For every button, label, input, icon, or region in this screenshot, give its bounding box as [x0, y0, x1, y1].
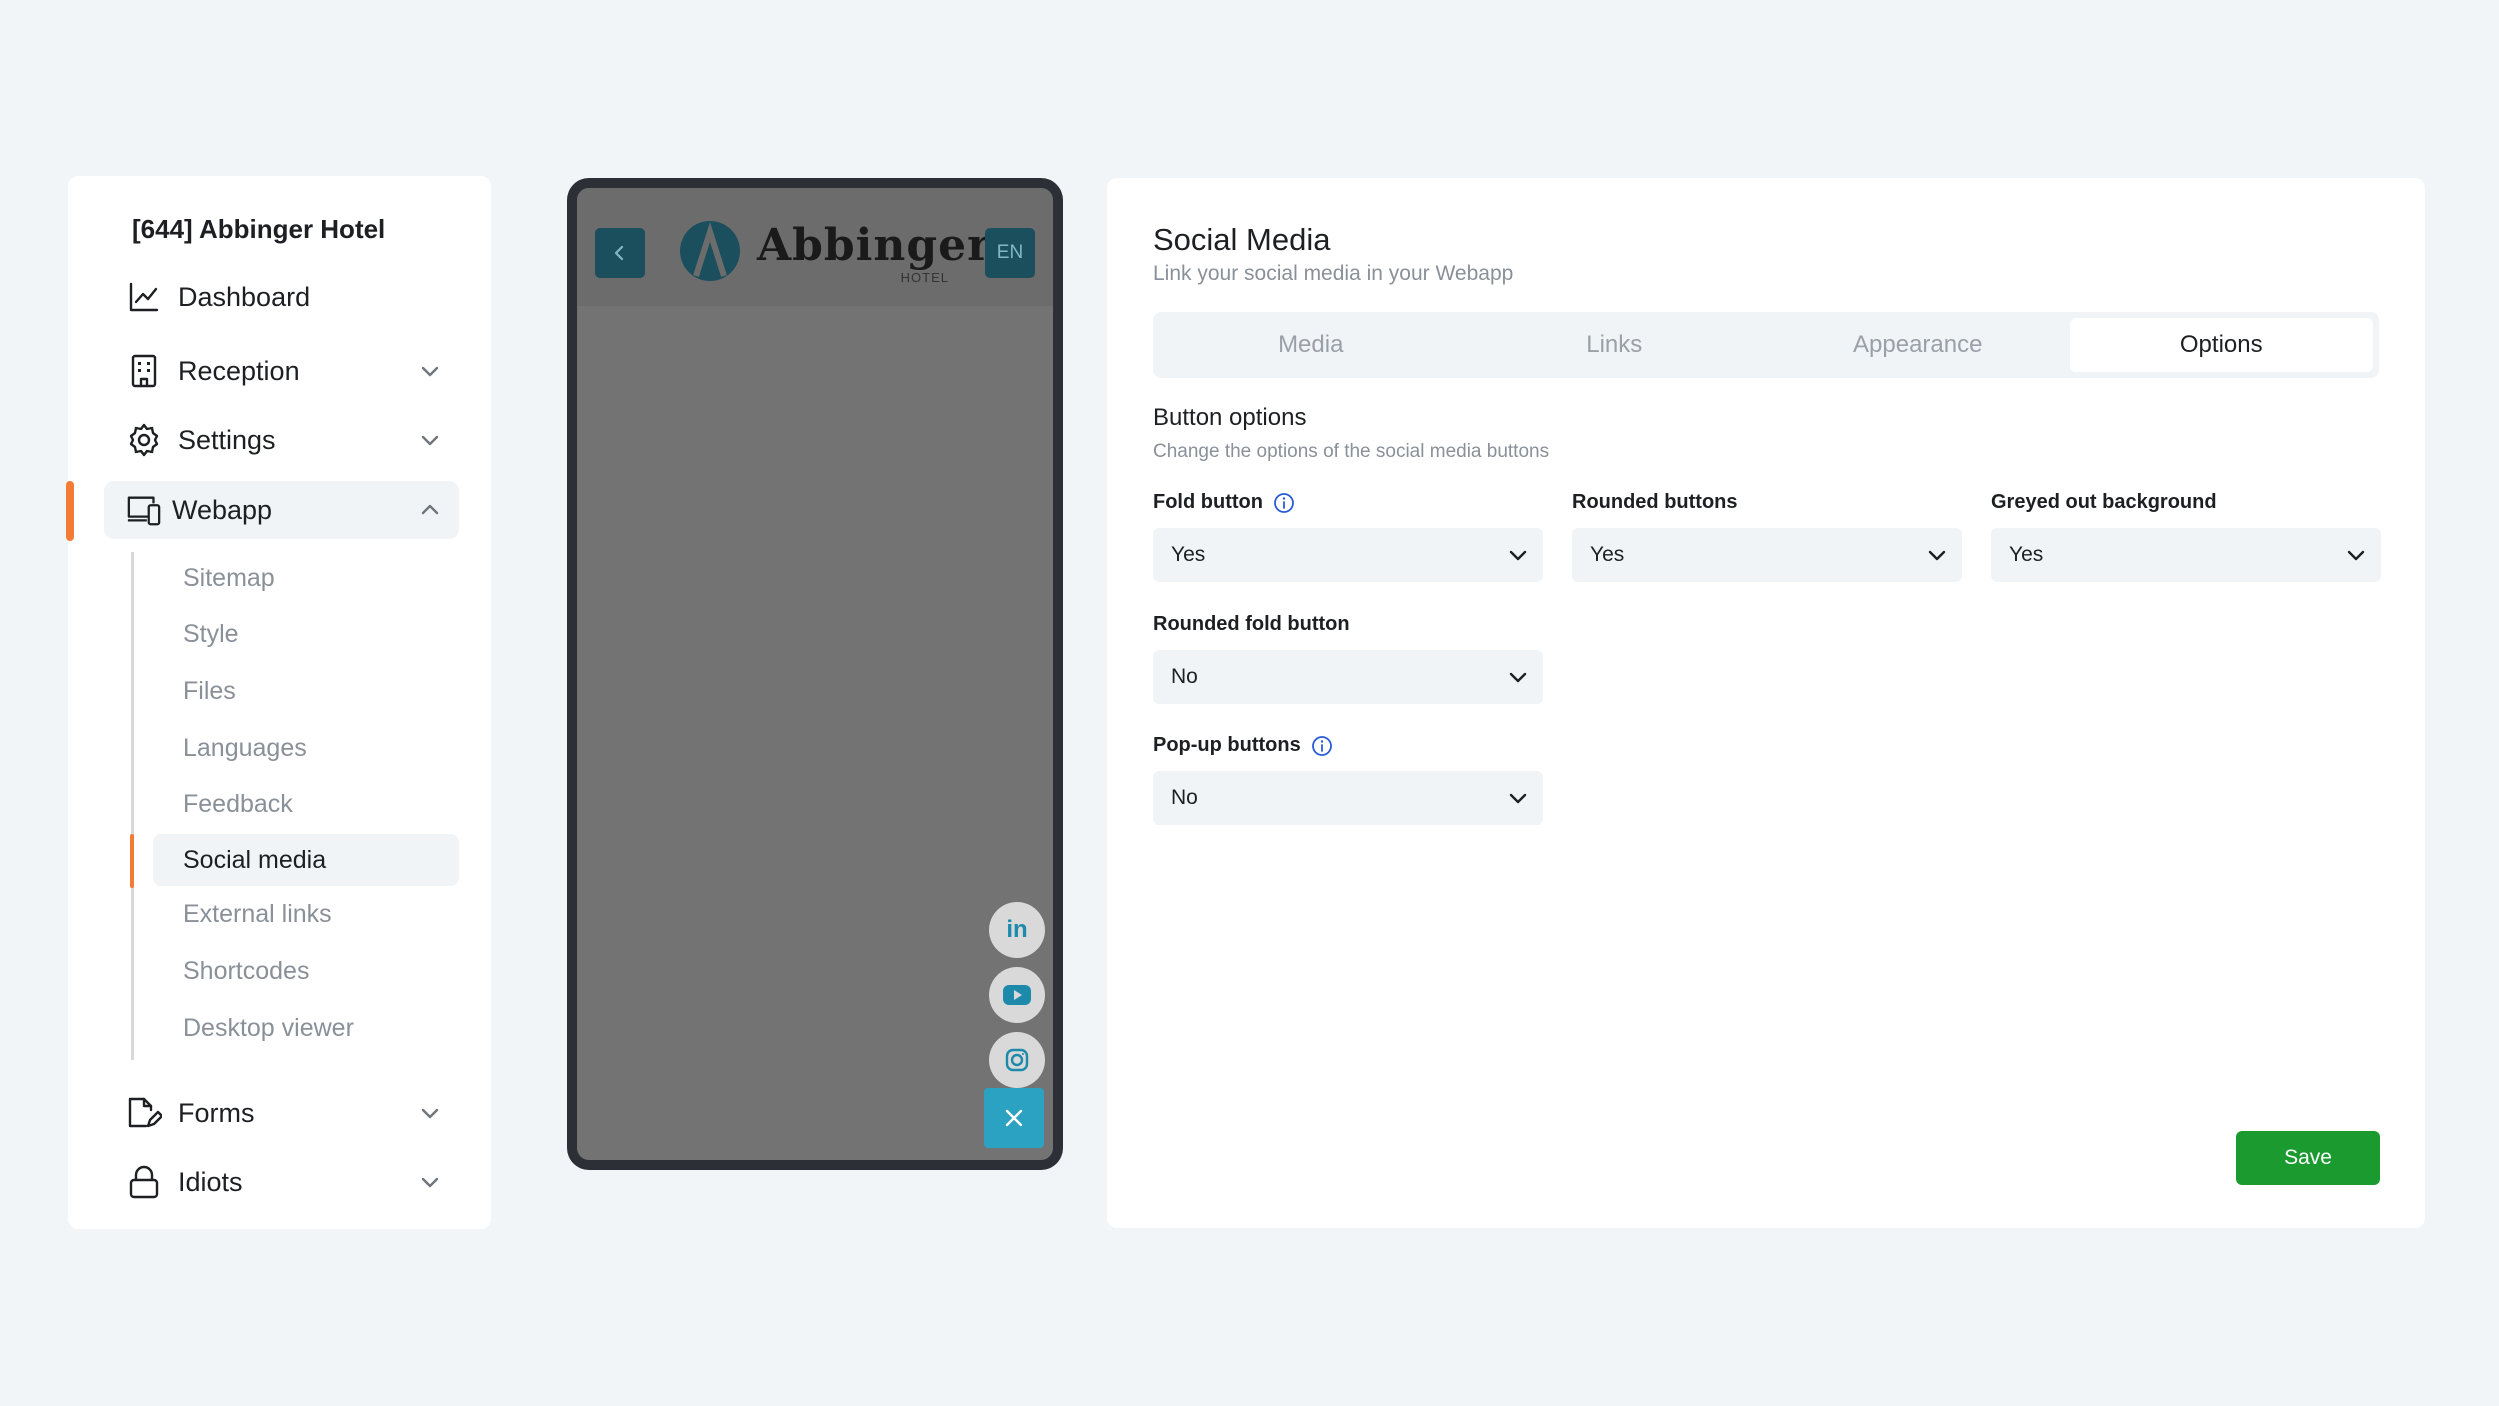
sidebar-item-settings[interactable]: Settings: [104, 411, 459, 469]
phone-preview: Abbinger HOTEL EN in: [567, 178, 1063, 1170]
popup-buttons-label: Pop-up buttons: [1153, 734, 1333, 757]
info-icon[interactable]: [1311, 735, 1333, 757]
fold-button[interactable]: [984, 1088, 1044, 1148]
sidebar-subitem-social-media[interactable]: Social media: [153, 834, 459, 886]
sidebar-item-webapp[interactable]: Webapp: [104, 481, 459, 539]
sidebar-item-label: Idiots: [178, 1166, 243, 1197]
chevron-down-icon: [2347, 550, 2365, 561]
chevron-down-icon: [421, 1177, 439, 1188]
document-edit-icon: [126, 1095, 162, 1131]
chevron-down-icon: [1509, 550, 1527, 561]
chevron-up-icon: [421, 504, 439, 515]
sidebar-subitem-shortcodes[interactable]: Shortcodes: [153, 945, 459, 997]
social-media-panel: Social Media Link your social media in y…: [1107, 178, 2425, 1228]
field-label-text: Rounded fold button: [1153, 613, 1350, 635]
popup-buttons-select[interactable]: No: [1153, 771, 1543, 825]
rounded-fold-button-label: Rounded fold button: [1153, 613, 1350, 636]
logo-subtitle: HOTEL: [900, 270, 949, 285]
tab-links[interactable]: Links: [1463, 318, 1767, 372]
section-title: Button options: [1153, 404, 1307, 431]
select-value: Yes: [1590, 543, 1625, 566]
linkedin-icon: in: [1006, 916, 1028, 943]
rounded-fold-button-select[interactable]: No: [1153, 650, 1543, 704]
select-value: Yes: [2009, 543, 2044, 566]
page-title: Social Media: [1153, 222, 1331, 257]
youtube-button[interactable]: [989, 967, 1045, 1023]
info-icon[interactable]: [1273, 492, 1295, 514]
language-button[interactable]: EN: [985, 228, 1035, 278]
close-icon: [1005, 1109, 1023, 1127]
sidebar-item-label: Forms: [178, 1097, 255, 1128]
sidebar-subitem-desktop-viewer[interactable]: Desktop viewer: [153, 1002, 459, 1054]
hotel-name: [644] Abbinger Hotel: [132, 214, 386, 244]
devices-icon: [126, 492, 162, 528]
select-value: Yes: [1171, 543, 1206, 566]
sidebar-item-label: Dashboard: [178, 281, 311, 312]
fold-button-label: Fold button: [1153, 491, 1295, 514]
sidebar-subitem-external-links[interactable]: External links: [153, 888, 459, 940]
tab-media[interactable]: Media: [1159, 318, 1463, 372]
youtube-icon: [1003, 985, 1031, 1005]
sidebar-subitem-languages[interactable]: Languages: [153, 722, 459, 774]
sidebar-item-idiots[interactable]: Idiots: [104, 1153, 459, 1211]
save-button[interactable]: Save: [2236, 1131, 2380, 1185]
sidebar-item-label: Webapp: [172, 494, 273, 525]
chevron-down-icon: [1509, 672, 1527, 683]
chevron-left-icon: [614, 245, 624, 261]
building-icon: [126, 353, 162, 389]
tab-appearance[interactable]: Appearance: [1766, 318, 2070, 372]
sidebar-item-label: Reception: [178, 355, 300, 386]
sidebar-item-forms[interactable]: Forms: [104, 1084, 459, 1142]
tab-bar: Media Links Appearance Options: [1153, 312, 2379, 378]
page-subtitle: Link your social media in your Webapp: [1153, 262, 1514, 285]
sidebar-subitem-style[interactable]: Style: [153, 608, 459, 660]
active-indicator: [66, 481, 74, 541]
chart-line-icon: [126, 279, 162, 315]
chevron-down-icon: [421, 435, 439, 446]
submenu-active-indicator: [130, 834, 134, 888]
gear-icon: [126, 422, 162, 458]
rounded-buttons-label: Rounded buttons: [1572, 491, 1738, 514]
chevron-down-icon: [421, 1108, 439, 1119]
phone-header: Abbinger HOTEL EN: [577, 188, 1053, 306]
sidebar-subitem-sitemap[interactable]: Sitemap: [153, 552, 459, 604]
fold-button-select[interactable]: Yes: [1153, 528, 1543, 582]
logo-mark-icon: [680, 221, 740, 281]
sidebar: [644] Abbinger Hotel Dashboard Reception: [66, 176, 491, 1229]
linkedin-button[interactable]: in: [989, 902, 1045, 958]
sidebar-subitem-files[interactable]: Files: [153, 665, 459, 717]
sidebar-item-dashboard[interactable]: Dashboard: [104, 268, 459, 326]
hotel-logo: Abbinger HOTEL: [679, 216, 990, 288]
sidebar-item-label: Settings: [178, 424, 276, 455]
field-label-text: Fold button: [1153, 491, 1263, 513]
tab-options[interactable]: Options: [2069, 318, 2373, 372]
instagram-button[interactable]: [989, 1032, 1045, 1088]
greyed-out-background-select[interactable]: Yes: [1991, 528, 2381, 582]
sidebar-subitem-feedback[interactable]: Feedback: [153, 778, 459, 830]
logo-name: Abbinger: [757, 220, 992, 271]
lock-icon: [126, 1164, 162, 1200]
field-label-text: Greyed out background: [1991, 491, 2217, 513]
sidebar-item-reception[interactable]: Reception: [104, 342, 459, 400]
rounded-buttons-select[interactable]: Yes: [1572, 528, 1962, 582]
back-button[interactable]: [595, 228, 645, 278]
field-label-text: Pop-up buttons: [1153, 734, 1301, 756]
greyed-out-background-label: Greyed out background: [1991, 491, 2217, 514]
phone-screen: Abbinger HOTEL EN in: [577, 188, 1053, 1160]
chevron-down-icon: [1928, 550, 1946, 561]
chevron-down-icon: [421, 366, 439, 377]
chevron-down-icon: [1509, 793, 1527, 804]
field-label-text: Rounded buttons: [1572, 491, 1738, 513]
instagram-icon: [1005, 1048, 1029, 1072]
submenu-line: [131, 552, 134, 1060]
select-value: No: [1171, 786, 1198, 809]
section-subtitle: Change the options of the social media b…: [1153, 441, 1550, 462]
select-value: No: [1171, 665, 1198, 688]
